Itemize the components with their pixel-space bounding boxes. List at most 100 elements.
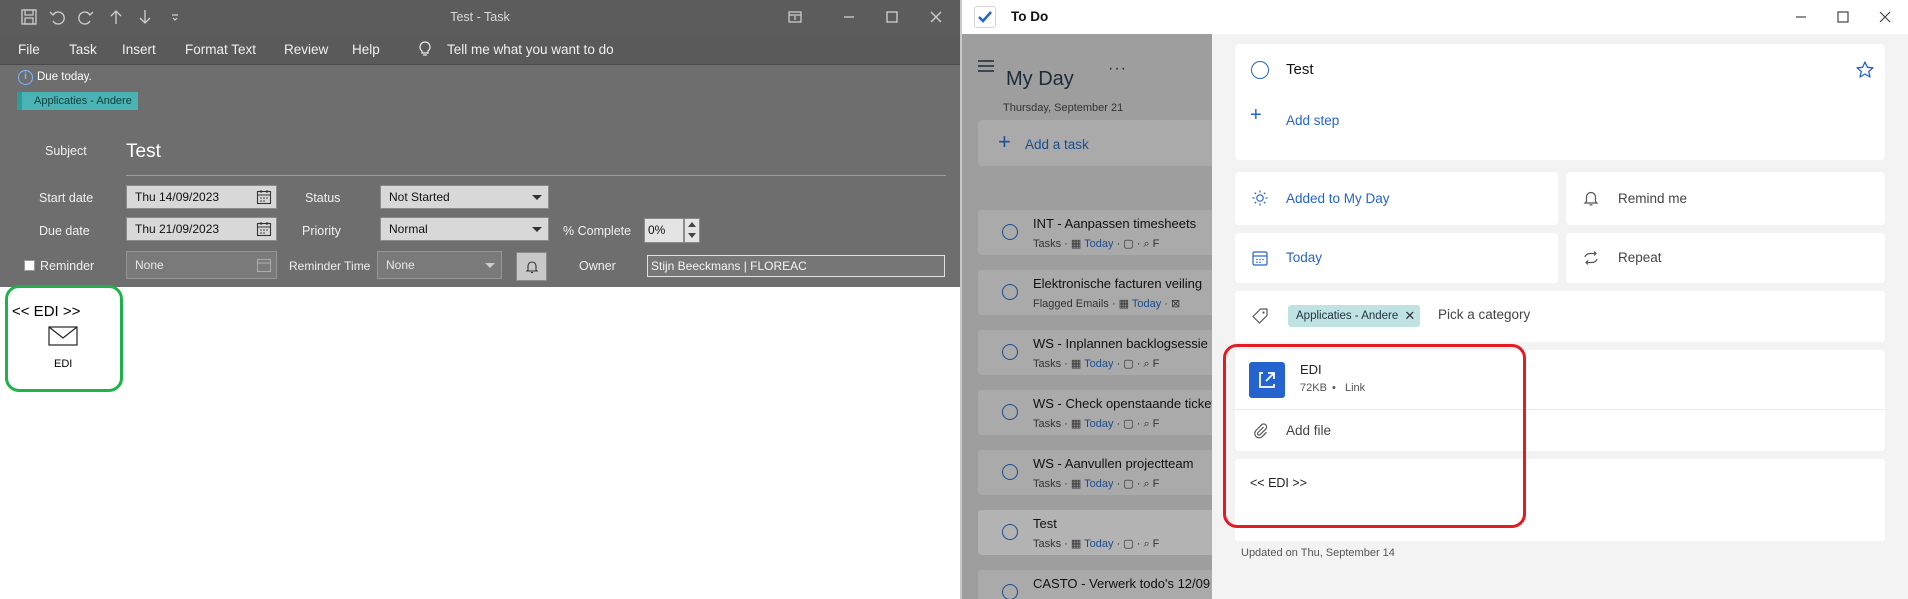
category-chip[interactable]: Applicaties - Andere [17, 92, 138, 110]
percent-spinner[interactable] [684, 218, 700, 243]
task-today: Today [1084, 418, 1114, 430]
chevron-down-icon [532, 195, 542, 200]
priority-dropdown[interactable]: Normal [380, 217, 549, 241]
hamburger-menu-icon[interactable] [978, 59, 994, 73]
title-bar: Test - Task [0, 0, 960, 35]
maximize-icon[interactable] [883, 8, 903, 28]
status-label: Status [305, 191, 341, 205]
reminder-sound-button[interactable] [516, 252, 547, 281]
repeat-card[interactable]: Repeat [1566, 233, 1885, 283]
task-form: i Due today. Applicaties - Andere Subjec… [0, 65, 960, 287]
due-date-value: Thu 21/09/2023 [135, 222, 220, 236]
complete-circle-icon[interactable] [1002, 404, 1018, 420]
start-date-field[interactable]: Thu 14/09/2023 [126, 185, 277, 209]
menu-task[interactable]: Task [69, 42, 97, 57]
due-date-card[interactable]: Today [1235, 233, 1558, 283]
task-body-editor[interactable]: << EDI >> EDI [0, 287, 960, 599]
tell-me-search[interactable]: Tell me what you want to do [447, 42, 614, 57]
priority-label: Priority [302, 224, 341, 238]
category-chip-label: Applicaties - Andere [1296, 310, 1399, 322]
complete-circle-icon[interactable] [1002, 344, 1018, 360]
complete-circle-icon[interactable] [1251, 61, 1269, 79]
close-icon[interactable] [1876, 8, 1894, 26]
task-today: Today [1084, 538, 1114, 550]
list-title: My Day [1006, 68, 1074, 90]
task-list-name: Tasks [1033, 418, 1062, 430]
repeat-label: Repeat [1618, 250, 1662, 265]
maximize-icon[interactable] [1834, 8, 1852, 26]
bell-icon [1582, 189, 1600, 207]
sun-icon [1251, 189, 1269, 207]
owner-label: Owner [579, 259, 616, 273]
minimize-icon[interactable] [840, 8, 860, 28]
remind-me-card[interactable]: Remind me [1566, 172, 1885, 225]
complete-circle-icon[interactable] [1002, 284, 1018, 300]
percent-complete-value: 0% [648, 223, 666, 237]
start-date-label: Start date [39, 191, 94, 205]
task-list-name: Tasks [1033, 358, 1062, 370]
menu-format-text[interactable]: Format Text [185, 42, 256, 57]
minimize-icon[interactable] [1792, 8, 1810, 26]
complete-circle-icon[interactable] [1002, 224, 1018, 240]
task-title: CASTO - Verwerk todo's 12/09 [1033, 576, 1211, 591]
menu-help[interactable]: Help [352, 42, 380, 57]
task-title: WS - Check openstaande tickets [1033, 396, 1212, 411]
task-title: Test [1033, 516, 1057, 531]
status-value: Not Started [389, 190, 450, 204]
task-list-name: Flagged Emails [1033, 298, 1109, 310]
due-date-field[interactable]: Thu 21/09/2023 [126, 217, 277, 241]
task-item[interactable]: WS - Aanvullen projectteam Tasks · ▦ Tod… [978, 450, 1212, 495]
status-dropdown[interactable]: Not Started [380, 185, 549, 209]
add-step-button[interactable]: Add step [1286, 113, 1339, 128]
menu-review[interactable]: Review [284, 42, 328, 57]
menu-file[interactable]: File [18, 42, 40, 57]
complete-circle-icon[interactable] [1002, 464, 1018, 480]
remove-category-icon[interactable]: ✕ [1404, 305, 1415, 327]
calendar-icon[interactable] [256, 221, 272, 237]
task-list-pane: My Day ··· Thursday, September 21 + Add … [962, 34, 1212, 599]
spin-up-icon[interactable] [688, 222, 696, 227]
complete-circle-icon[interactable] [1002, 524, 1018, 540]
plus-icon: + [998, 129, 1011, 154]
reminder-checkbox[interactable] [24, 260, 35, 271]
due-date-label: Today [1286, 250, 1323, 265]
task-item[interactable]: WS - Inplannen backlogsessie Tasks · ▦ T… [978, 330, 1212, 375]
updated-timestamp: Updated on Thu, September 14 [1241, 547, 1395, 559]
subject-label: Subject [45, 144, 87, 158]
percent-complete-label: % Complete [563, 224, 632, 238]
pick-category-button[interactable]: Pick a category [1438, 307, 1530, 322]
complete-circle-icon[interactable] [1002, 584, 1018, 599]
subject-field[interactable]: Test [126, 141, 161, 163]
added-to-my-day-card[interactable]: Added to My Day [1235, 172, 1558, 225]
star-icon[interactable] [1855, 60, 1875, 80]
added-to-my-day-label: Added to My Day [1286, 191, 1390, 206]
close-icon[interactable] [927, 8, 947, 28]
repeat-icon [1582, 249, 1600, 267]
add-task-button[interactable]: + Add a task [978, 120, 1212, 166]
reminder-time-dropdown[interactable]: None [377, 251, 502, 279]
menu-insert[interactable]: Insert [122, 42, 156, 57]
task-title: WS - Inplannen backlogsessie [1033, 336, 1208, 351]
highlight-red-box [1223, 344, 1526, 528]
reminder-time-value: None [386, 258, 415, 272]
ribbon-display-icon[interactable] [786, 8, 806, 28]
percent-complete-field[interactable]: 0% [644, 218, 684, 243]
task-item[interactable]: CASTO - Verwerk todo's 12/09 [978, 570, 1212, 599]
calendar-icon[interactable] [256, 189, 272, 205]
task-item[interactable]: WS - Check openstaande tickets Tasks · ▦… [978, 390, 1212, 435]
reminder-date-field[interactable]: None [126, 251, 277, 279]
task-item[interactable]: Elektronische facturen veiling Flagged E… [978, 270, 1212, 315]
reminder-time-label: Reminder Time [289, 259, 371, 273]
lightbulb-icon[interactable] [418, 40, 432, 58]
category-chip[interactable]: Applicaties - Andere ✕ [1288, 305, 1421, 327]
menu-bar: File Task Insert Format Text Review Help… [0, 35, 960, 65]
chevron-down-icon [532, 227, 542, 232]
task-detail-title[interactable]: Test [1286, 61, 1314, 78]
task-item[interactable]: INT - Aanpassen timesheets Tasks · ▦ Tod… [978, 210, 1212, 255]
spin-down-icon[interactable] [688, 233, 696, 238]
more-options-icon[interactable]: ··· [1108, 60, 1127, 78]
reminder-date-value: None [135, 258, 164, 272]
remind-me-label: Remind me [1618, 191, 1688, 206]
calendar-icon [256, 257, 272, 273]
task-item-selected[interactable]: Test Tasks · ▦ Today · ▢ · ⌕ F [978, 510, 1212, 555]
